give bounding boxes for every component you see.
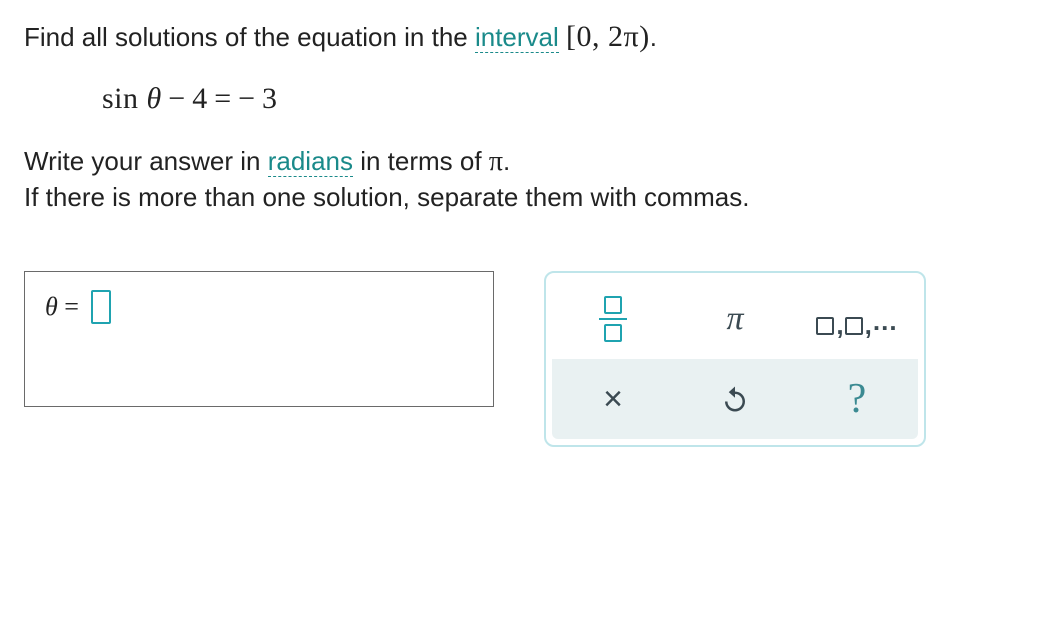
pi-button[interactable]: π (674, 279, 796, 359)
fraction-button[interactable] (552, 279, 674, 359)
symbol-palette: π ,,... × ? (544, 271, 926, 447)
radians-link[interactable]: radians (268, 146, 353, 177)
list-button[interactable]: ,,... (796, 279, 918, 359)
equation: sin θ − 4 = − 3 (102, 82, 1034, 116)
interval-link[interactable]: interval (475, 22, 559, 53)
question-line-2: Write your answer in radians in terms of… (24, 146, 1034, 178)
close-icon: × (603, 380, 623, 419)
undo-button[interactable] (674, 359, 796, 439)
answer-label: θ = (45, 292, 79, 322)
clear-button[interactable]: × (552, 359, 674, 439)
question-line-3: If there is more than one solution, sepa… (24, 182, 1034, 213)
answer-input[interactable] (91, 290, 111, 324)
text: Find all solutions of the equation in th… (24, 22, 475, 52)
help-button[interactable]: ? (796, 359, 918, 439)
undo-icon (720, 384, 750, 414)
help-icon: ? (848, 375, 867, 423)
answer-box[interactable]: θ = (24, 271, 494, 407)
interval-expression: [0, 2π) (566, 20, 650, 53)
question-line-1: Find all solutions of the equation in th… (24, 20, 1034, 54)
list-icon: ,,... (816, 304, 897, 335)
fraction-icon (599, 296, 627, 343)
